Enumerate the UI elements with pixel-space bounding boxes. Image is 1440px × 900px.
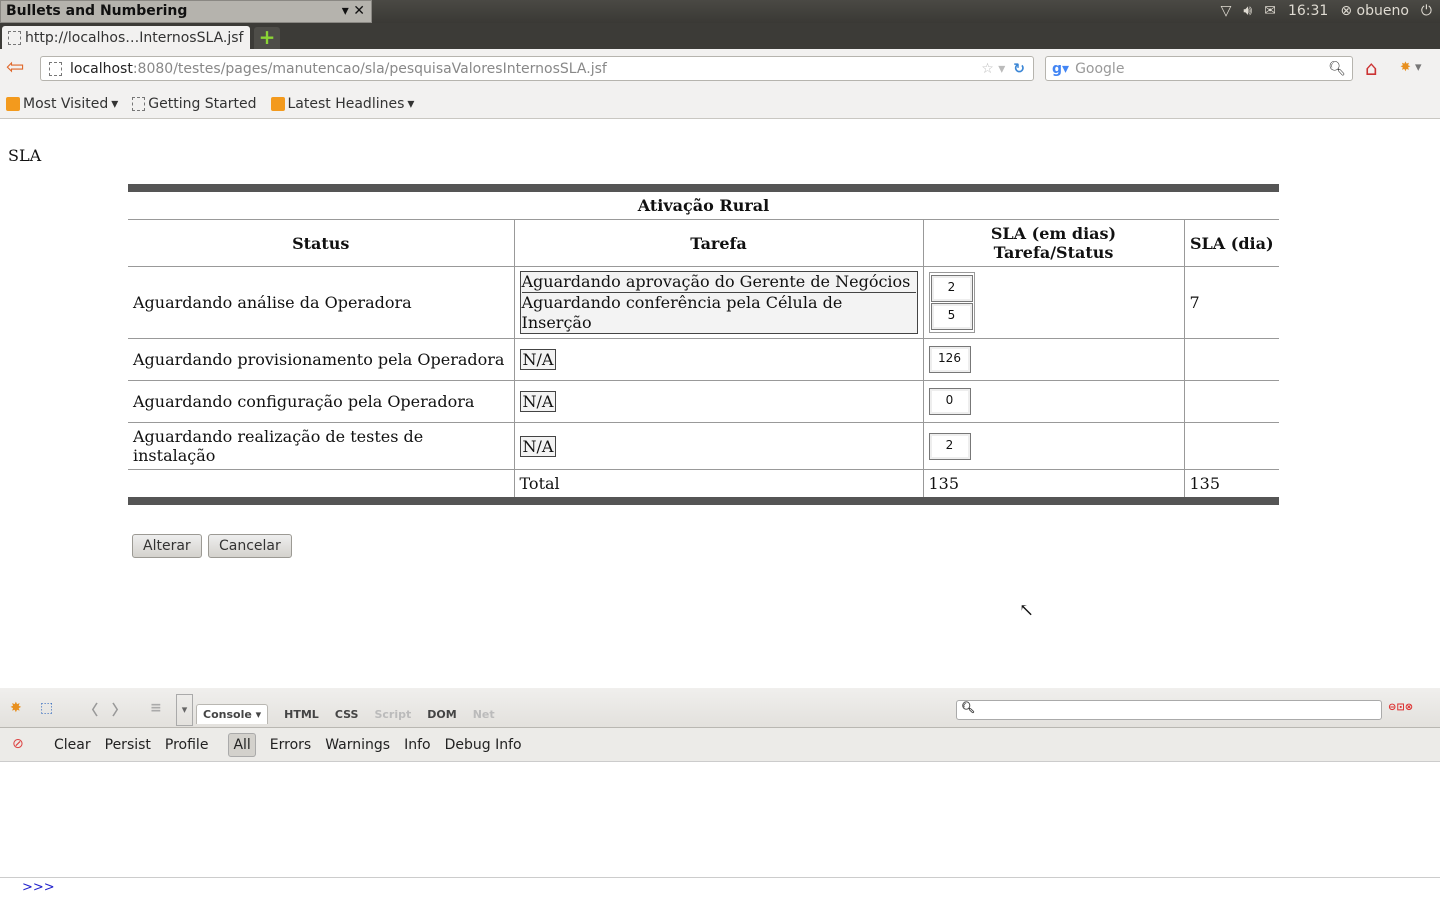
cancelar-button[interactable]: Cancelar [208,534,292,558]
system-top-bar: Bullets and Numbering ▾ ✕ ▽ 🔊︎ ✉ 16:31 ⊗ … [0,0,1440,23]
header-tarefa: Tarefa [513,219,924,267]
browser-tab[interactable]: http://localhos…InternosSLA.jsf [2,26,250,50]
total-tarefa: 135 [922,469,1185,502]
back-icon[interactable]: 〈 [84,700,98,720]
sla-input[interactable]: 2 [930,275,973,302]
header-sla-dia: SLA (dia) [1183,219,1279,267]
volume-icon[interactable]: 🔊︎ [1243,3,1252,19]
rss-icon [270,96,285,111]
search-icon: 🔍︎ [961,701,975,714]
clear-button[interactable]: Clear [54,737,91,753]
panel-title: Bullets and Numbering ▾ ✕ [0,0,372,23]
filter-warnings-button[interactable]: Warnings [325,737,390,753]
total-label: Total [513,469,924,502]
sla-dia-value: 7 [1183,266,1279,339]
clock[interactable]: 16:31 [1288,3,1328,19]
bookmark-getting-started[interactable]: Getting Started [132,96,257,112]
header-sla-tarefa: SLA (em dias) Tarefa/Status [922,219,1185,267]
back-icon[interactable]: ⇦ [6,55,24,80]
table-caption: Ativação Rural [128,188,1279,220]
new-tab-button[interactable]: + [254,27,280,49]
clear-console-icon[interactable]: ⊘ [12,736,24,752]
window-controls[interactable]: ⊖⊡⊗ [1388,702,1413,713]
bookmark-most-visited[interactable]: Most Visited ▾ [6,96,118,112]
command-line[interactable]: >>> [0,877,1440,900]
page-title: SLA [8,146,42,165]
tarefa-label: Aguardando aprovação do Gerente de Negóc… [521,272,916,293]
table-row: Aguardando análise da Operadora Aguardan… [128,266,1279,339]
system-tray: ▽ 🔊︎ ✉ 16:31 ⊗ obueno ⏻ [1221,3,1432,19]
sla-input[interactable]: 2 [928,432,971,460]
tarefa-label: N/A [519,435,557,457]
filter-info-button[interactable]: Info [404,737,431,753]
filter-all-button[interactable]: All [228,732,256,757]
table-row: Aguardando configuração pela Operadora N… [128,380,1279,423]
firebug-icon[interactable]: ✸ [10,700,22,716]
url-bar[interactable]: localhost:8080/testes/pages/manutencao/s… [40,56,1034,81]
sla-input[interactable]: 5 [930,303,973,330]
mouse-cursor-icon: ↖ [1019,600,1035,621]
mail-icon[interactable]: ✉ [1264,3,1276,19]
bookmark-star-icon[interactable]: ☆ ▾ [981,61,1005,77]
forward-icon[interactable]: 〉 [112,700,126,720]
tab-net[interactable]: Net [473,708,495,721]
sla-input[interactable]: 126 [928,346,971,373]
power-icon[interactable]: ⏻ [1421,3,1432,19]
profile-button[interactable]: Profile [165,737,209,753]
filter-debug-info-button[interactable]: Debug Info [445,737,522,753]
total-dia: 135 [1183,469,1279,502]
firebug-panel: ✸ ⬚ 〈 〉 ≡ ▾ Console ▾ HTML CSS Script DO… [0,688,1440,900]
page-content: SLA Ativação Rural Status Tarefa SLA (em… [0,119,1440,688]
wifi-icon[interactable]: ▽ [1221,3,1232,19]
tab-script[interactable]: Script [374,708,411,721]
tab-html[interactable]: HTML [284,708,319,721]
page-icon [8,31,21,45]
table-row: Aguardando provisionamento pela Operador… [128,338,1279,381]
tab-css[interactable]: CSS [335,708,359,721]
sla-input[interactable]: 0 [928,388,971,415]
firebug-toolbar: ✸ ⬚ 〈 〉 ≡ ▾ Console ▾ HTML CSS Script DO… [0,688,1440,728]
search-icon[interactable]: 🔍︎ [1328,61,1346,77]
list-icon[interactable]: ≡ [150,700,162,716]
total-row: Total 135 135 [128,469,1279,502]
search-input[interactable]: g▾ Google 🔍︎ [1045,56,1353,81]
header-status: Status [128,219,515,267]
inspect-icon[interactable]: ⬚ [40,700,53,716]
home-icon[interactable]: ⌂ [1365,56,1378,80]
tarefa-label: N/A [519,349,557,370]
bookmark-latest-headlines[interactable]: Latest Headlines ▾ [270,96,414,112]
console-toolbar: ⊘ Clear Persist Profile All Errors Warni… [0,728,1440,762]
tarefa-label: N/A [519,391,557,412]
table-row: Aguardando realização de testes de insta… [128,422,1279,470]
folder-icon [6,96,20,111]
panel-controls[interactable]: ▾ ✕ [342,3,365,19]
bookmarks-bar: Most Visited ▾ Getting Started Latest He… [0,89,1440,119]
page-icon [49,61,62,76]
alterar-button[interactable]: Alterar [132,534,202,558]
user-menu[interactable]: ⊗ obueno [1340,3,1409,19]
filter-errors-button[interactable]: Errors [270,737,311,753]
reload-icon[interactable]: ↻ [1013,61,1025,77]
panel-menu-button[interactable]: ▾ [176,694,193,726]
sla-table: Ativação Rural Status Tarefa SLA (em dia… [128,184,1279,505]
google-icon[interactable]: g▾ [1052,61,1069,77]
page-icon [132,96,146,111]
firebug-search-input[interactable]: 🔍︎ [956,700,1382,720]
persist-button[interactable]: Persist [105,737,151,753]
tarefa-label: Aguardando conferência pela Célula de In… [521,293,843,332]
tab-dom[interactable]: DOM [427,708,456,721]
firebug-icon[interactable]: ✸ ▾ [1400,60,1422,75]
tab-console[interactable]: Console ▾ [196,704,269,724]
